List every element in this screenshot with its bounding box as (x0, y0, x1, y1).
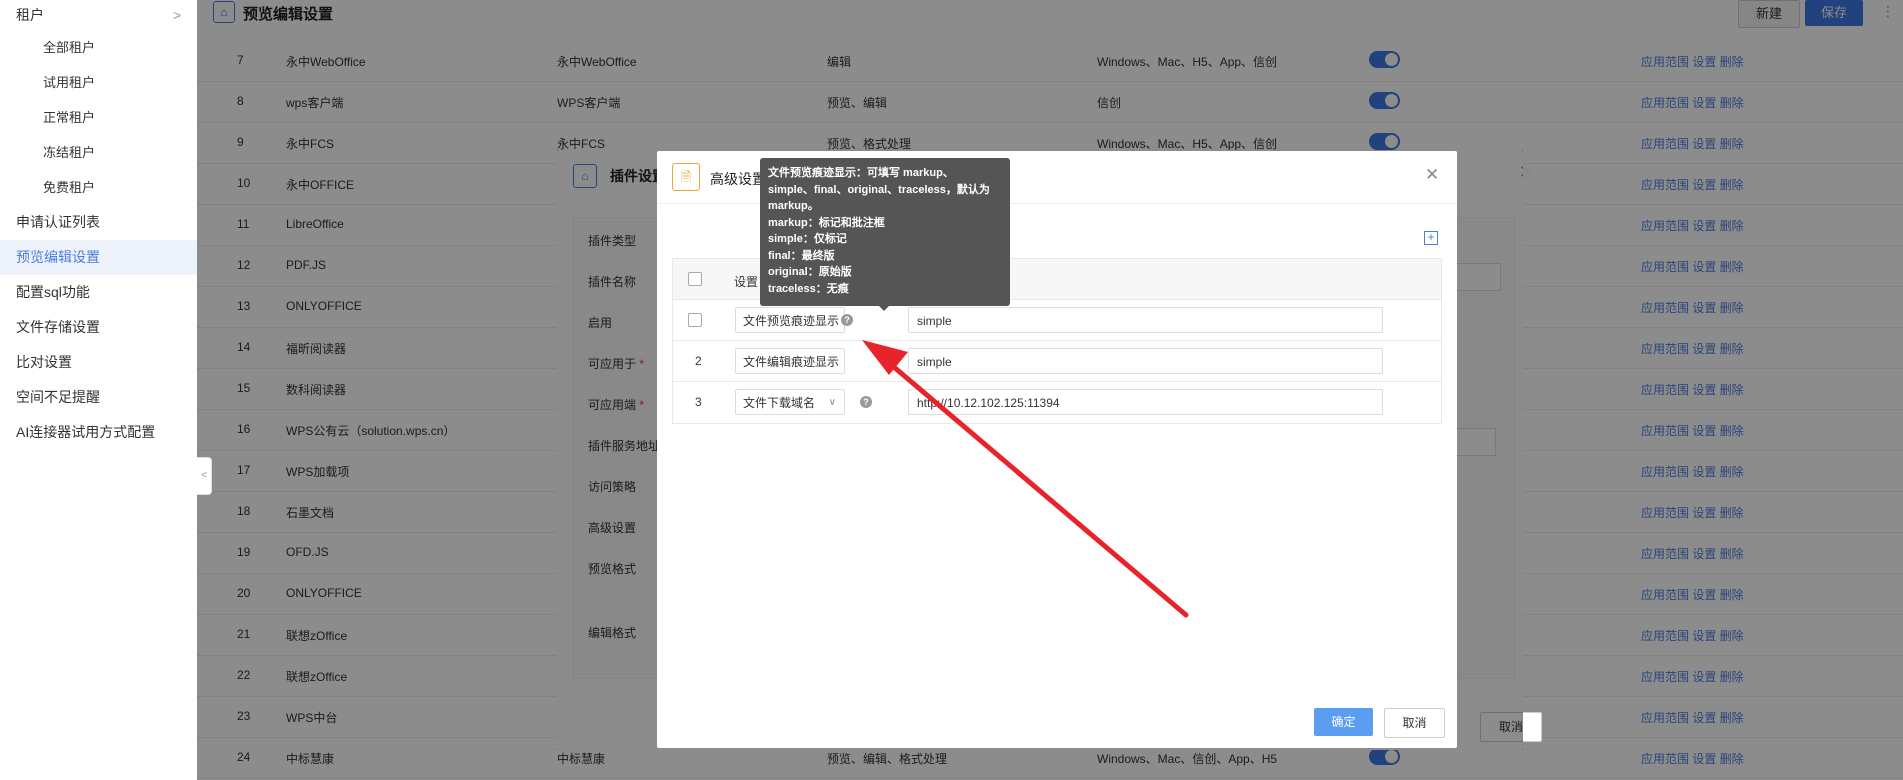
annotation-arrow-shaft (885, 359, 1189, 618)
annotation-arrow-head (862, 340, 908, 375)
annotation-arrow (862, 340, 1189, 618)
